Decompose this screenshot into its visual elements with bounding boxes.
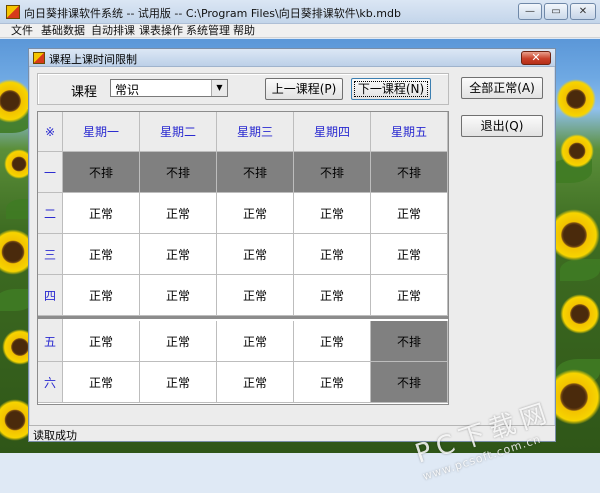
period-header-4: 四	[38, 275, 63, 316]
period-header-6: 六	[38, 362, 63, 403]
slot-cell[interactable]: 正常	[294, 234, 371, 275]
menu-help[interactable]: 帮助	[233, 24, 255, 38]
morning-afternoon-divider	[38, 316, 448, 319]
minimize-button[interactable]: —	[518, 3, 542, 20]
close-button[interactable]: ✕	[570, 3, 596, 20]
slot-cell[interactable]: 正常	[217, 321, 294, 362]
window-titlebar: 向日葵排课软件系统 -- 试用版 -- C:\Program Files\向日葵…	[0, 0, 600, 24]
slot-cell[interactable]: 正常	[294, 193, 371, 234]
slot-cell[interactable]: 正常	[63, 275, 140, 316]
slot-cell[interactable]: 正常	[294, 275, 371, 316]
menu-timetable-ops[interactable]: 课表操作	[139, 24, 183, 38]
sunflower-app-icon	[6, 5, 20, 19]
day-header-fri: 星期五	[371, 112, 448, 152]
slot-cell[interactable]: 正常	[63, 321, 140, 362]
sunflower-dialog-icon	[33, 52, 45, 64]
slot-cell[interactable]: 正常	[140, 362, 217, 403]
course-time-limit-dialog: 课程上课时间限制 ✕ 课程 常识 ▼ 上一课程(P) 下一课程(N) 全部正常(…	[28, 48, 556, 442]
slot-cell[interactable]: 正常	[63, 234, 140, 275]
slot-cell[interactable]: 正常	[217, 362, 294, 403]
slot-cell[interactable]: 不排	[63, 152, 140, 193]
slot-cell[interactable]: 正常	[140, 193, 217, 234]
exit-button[interactable]: 退出(Q)	[461, 115, 543, 137]
course-select[interactable]: 常识 ▼	[110, 79, 228, 97]
slot-cell[interactable]: 正常	[371, 193, 448, 234]
slot-cell[interactable]: 正常	[140, 275, 217, 316]
dialog-title: 课程上课时间限制	[49, 53, 137, 66]
chevron-down-icon[interactable]: ▼	[211, 80, 227, 96]
next-course-button[interactable]: 下一课程(N)	[351, 78, 431, 100]
dialog-titlebar: 课程上课时间限制 ✕	[29, 49, 555, 67]
period-header-1: 一	[38, 152, 63, 193]
menu-system-admin[interactable]: 系统管理	[186, 24, 230, 38]
slot-cell[interactable]: 不排	[371, 152, 448, 193]
slot-cell[interactable]: 正常	[371, 275, 448, 316]
dialog-close-button[interactable]: ✕	[521, 51, 551, 65]
slot-cell[interactable]: 不排	[140, 152, 217, 193]
slot-cell[interactable]: 正常	[217, 193, 294, 234]
menu-auto-schedule[interactable]: 自动排课	[91, 24, 135, 38]
menu-base-data[interactable]: 基础数据	[41, 24, 85, 38]
slot-cell[interactable]: 正常	[217, 275, 294, 316]
slot-cell[interactable]: 正常	[294, 321, 371, 362]
slot-cell[interactable]: 正常	[294, 362, 371, 403]
course-label: 课程	[71, 85, 98, 100]
slot-cell[interactable]: 不排	[371, 321, 448, 362]
window-title: 向日葵排课软件系统 -- 试用版 -- C:\Program Files\向日葵…	[24, 7, 401, 20]
period-header-2: 二	[38, 193, 63, 234]
menu-file[interactable]: 文件	[11, 24, 33, 38]
prev-course-button[interactable]: 上一课程(P)	[265, 78, 343, 100]
slot-cell[interactable]: 不排	[217, 152, 294, 193]
slot-cell[interactable]: 正常	[217, 234, 294, 275]
slot-cell[interactable]: 不排	[371, 362, 448, 403]
day-header-tue: 星期二	[140, 112, 217, 152]
menubar: 文件 基础数据 自动排课 课表操作 系统管理 帮助	[0, 24, 600, 38]
slot-cell[interactable]: 正常	[140, 321, 217, 362]
course-select-value: 常识	[115, 83, 140, 97]
maximize-button[interactable]: ▭	[544, 3, 568, 20]
day-header-wed: 星期三	[217, 112, 294, 152]
grid-corner: ※	[38, 112, 63, 152]
slot-cell[interactable]: 正常	[63, 193, 140, 234]
day-header-mon: 星期一	[63, 112, 140, 152]
status-text: 读取成功	[33, 429, 77, 442]
slot-cell[interactable]: 正常	[140, 234, 217, 275]
slot-cell[interactable]: 正常	[63, 362, 140, 403]
slot-cell[interactable]: 正常	[371, 234, 448, 275]
slot-cell[interactable]: 不排	[294, 152, 371, 193]
day-header-thu: 星期四	[294, 112, 371, 152]
period-header-3: 三	[38, 234, 63, 275]
all-normal-button[interactable]: 全部正常(A)	[461, 77, 543, 99]
schedule-grid: ※ 星期一 星期二 星期三 星期四 星期五 一 二 三 四 五 六 不排 不排 …	[37, 111, 449, 405]
period-header-5: 五	[38, 321, 63, 362]
